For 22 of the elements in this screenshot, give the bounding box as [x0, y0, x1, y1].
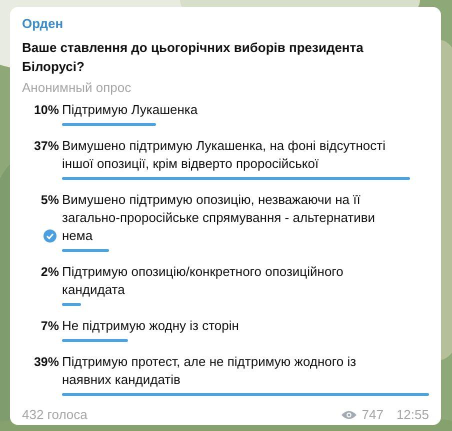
eye-icon [340, 410, 357, 420]
option-percent: 5% [40, 192, 59, 209]
channel-name[interactable]: Орден [22, 16, 64, 31]
option-percent: 37% [34, 138, 59, 155]
option-percent: 2% [40, 264, 59, 281]
result-bar [62, 303, 81, 306]
option-percent: 7% [40, 318, 59, 335]
option-text: Підтримую протест, але не підтримую жодного із наявних кандидатів [62, 353, 358, 389]
option-text: Підтримую опозицію/конкретного опозиційного кандидата [62, 263, 344, 299]
message-time: 12:55 [396, 407, 429, 422]
result-bar [62, 339, 128, 342]
option-percent: 39% [34, 354, 59, 371]
option-text: Не підтримую жодну із сторін [62, 317, 240, 335]
option-percent: 10% [34, 102, 59, 119]
option-text: Вимушено підтримую опозицію, незважаючи на її загально-проросійське спрямування - альтернативи нема [62, 191, 376, 245]
option-text: Підтримую Лукашенка [62, 101, 199, 119]
vote-count: 432 голоса [22, 407, 88, 422]
poll-type: Анонимный опрос [22, 80, 132, 95]
option-text: Вимушено підтримую Лукашенка, на фоні відсутності іншої опозиції, крім відверто проросійської [62, 137, 386, 173]
result-bar [62, 249, 110, 252]
view-count: 747 [362, 407, 384, 422]
poll-question: Ваше ставлення до цьогорічних виборів президента Білорусі? [22, 39, 364, 76]
